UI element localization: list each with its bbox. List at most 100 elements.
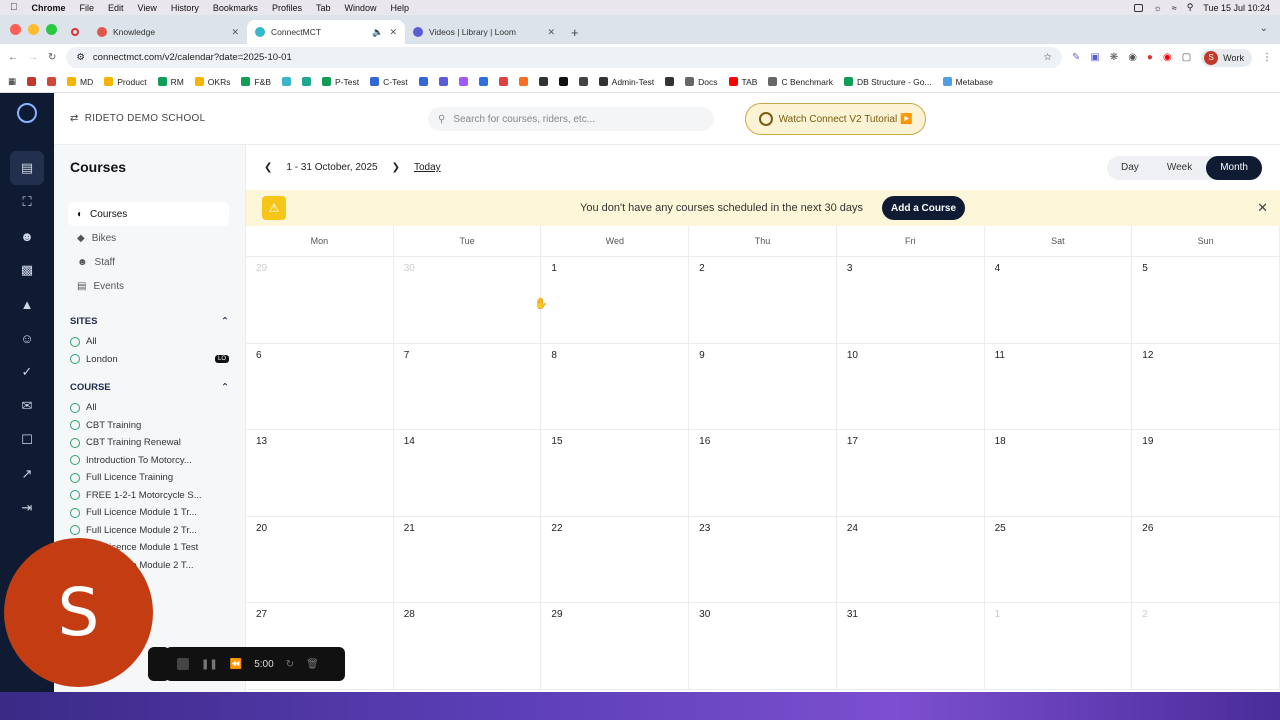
- calendar-day-cell[interactable]: 30: [393, 257, 542, 344]
- trash-icon[interactable]: 🗑: [306, 659, 319, 670]
- cart-icon[interactable]: ⛶: [10, 185, 44, 219]
- chevron-up-icon[interactable]: ⌃: [221, 316, 229, 327]
- document-icon[interactable]: ▩: [10, 253, 44, 287]
- bookmark-item[interactable]: RM: [157, 77, 184, 87]
- bookmark-item[interactable]: C Benchmark: [768, 77, 833, 87]
- bookmark-item[interactable]: [498, 77, 508, 86]
- course-filter-item[interactable]: Full Licence Module 1 Tr...: [70, 504, 229, 522]
- extension-icon[interactable]: ●: [1147, 52, 1153, 63]
- course-section-header[interactable]: COURSE ⌃: [70, 382, 229, 393]
- bookmark-item[interactable]: Admin-Test: [598, 77, 654, 87]
- course-filter-item[interactable]: Full Licence Training: [70, 469, 229, 487]
- calendar-day-cell[interactable]: 10: [836, 343, 985, 431]
- bookmark-item[interactable]: C-Test: [370, 77, 408, 87]
- calendar-day-cell[interactable]: 22: [541, 516, 690, 604]
- today-link[interactable]: Today: [414, 162, 441, 173]
- menu-app[interactable]: Chrome: [32, 3, 66, 13]
- calendar-day-cell[interactable]: 9: [689, 343, 837, 431]
- calendar-day-cell[interactable]: 20: [246, 516, 394, 604]
- users-icon[interactable]: ☻: [10, 219, 44, 253]
- bookmark-item[interactable]: [558, 77, 568, 86]
- calendar-day-cell[interactable]: 5: [1132, 257, 1280, 344]
- clock-text[interactable]: Tue 15 Jul 10:24: [1203, 3, 1270, 13]
- tab-search-chevron-icon[interactable]: ⌄: [1260, 23, 1268, 34]
- course-filter-item[interactable]: FREE 1-2-1 Motorcycle S...: [70, 487, 229, 505]
- chevron-up-icon[interactable]: ⌃: [221, 382, 229, 393]
- puzzle-icon[interactable]: ▢: [1182, 52, 1191, 63]
- calendar-day-cell[interactable]: 1: [984, 603, 1133, 690]
- loom-camera-bubble[interactable]: S: [4, 538, 153, 687]
- calendar-day-cell[interactable]: 17: [836, 430, 985, 517]
- school-selector[interactable]: ⇄ RIDETO DEMO SCHOOL: [70, 113, 430, 124]
- calendar-day-cell[interactable]: 30: [689, 603, 837, 690]
- calendar-day-cell[interactable]: 19: [1132, 430, 1280, 517]
- bookmark-item[interactable]: [665, 77, 675, 86]
- close-window-button[interactable]: [10, 24, 21, 35]
- calendar-day-cell[interactable]: 16: [689, 430, 837, 517]
- bookmark-star-icon[interactable]: ☆: [1043, 52, 1052, 63]
- site-filter-london[interactable]: London LO: [70, 351, 229, 369]
- new-tab-button[interactable]: +: [571, 20, 579, 44]
- speaker-icon[interactable]: 🔈: [372, 27, 383, 38]
- calendar-day-cell[interactable]: 29: [246, 257, 394, 344]
- next-month-icon[interactable]: ❯: [392, 162, 400, 173]
- apple-icon[interactable]: : [10, 2, 18, 13]
- extension-icon[interactable]: ▣: [1090, 52, 1099, 63]
- logout-icon[interactable]: ⇥: [10, 491, 44, 525]
- sidebar-item-events[interactable]: ▤ Events: [68, 274, 229, 298]
- url-text[interactable]: connectmct.com/v2/calendar?date=2025-10-…: [93, 52, 292, 63]
- bookmark-item[interactable]: [518, 77, 528, 86]
- calendar-day-cell[interactable]: 25: [984, 516, 1133, 604]
- reload-icon[interactable]: ↻: [48, 52, 56, 63]
- calendar-icon[interactable]: ▤: [10, 151, 44, 185]
- tab-knowledge[interactable]: Knowledge ✕: [89, 20, 247, 44]
- stop-icon[interactable]: [177, 658, 189, 670]
- calendar-day-cell[interactable]: 31: [836, 603, 985, 690]
- extension-icon[interactable]: ❋: [1110, 52, 1118, 63]
- bookmark-item[interactable]: [438, 77, 448, 86]
- calendar-day-cell[interactable]: 8: [541, 343, 690, 431]
- analytics-icon[interactable]: ↗: [10, 457, 44, 491]
- battery-icon[interactable]: [1134, 3, 1144, 12]
- menu-help[interactable]: Help: [390, 3, 409, 13]
- bookmark-item[interactable]: TAB: [728, 77, 757, 87]
- course-filter-item[interactable]: All: [70, 399, 229, 417]
- menu-tab[interactable]: Tab: [316, 3, 331, 13]
- sidebar-item-staff[interactable]: ☻ Staff: [68, 250, 229, 274]
- menu-history[interactable]: History: [171, 3, 199, 13]
- calendar-day-cell[interactable]: 14: [393, 430, 542, 517]
- profile-button[interactable]: S Work: [1201, 48, 1252, 67]
- bookmark-item[interactable]: F&B: [241, 77, 271, 87]
- bookmark-item[interactable]: [47, 77, 57, 86]
- sidebar-item-courses[interactable]: ◐ Courses: [68, 202, 229, 226]
- app-logo-icon[interactable]: [17, 103, 37, 123]
- bookmark-item[interactable]: [27, 77, 37, 86]
- check-circle-icon[interactable]: ✓: [10, 355, 44, 389]
- menu-profiles[interactable]: Profiles: [272, 3, 302, 13]
- calendar-day-cell[interactable]: 3: [836, 257, 985, 344]
- address-bar[interactable]: ⚙ connectmct.com/v2/calendar?date=2025-1…: [66, 47, 1062, 68]
- calendar-day-cell[interactable]: 13: [246, 430, 394, 517]
- calendar-day-cell[interactable]: 2: [689, 257, 837, 344]
- minimize-window-button[interactable]: [28, 24, 39, 35]
- close-tab-icon[interactable]: ✕: [231, 27, 239, 38]
- bookmark-item[interactable]: [302, 77, 311, 86]
- menu-window[interactable]: Window: [344, 3, 376, 13]
- prev-month-icon[interactable]: ❮: [264, 162, 272, 173]
- course-filter-item[interactable]: CBT Training: [70, 417, 229, 435]
- back-icon[interactable]: ←: [8, 52, 18, 63]
- course-filter-item[interactable]: Full Licence Module 2 Tr...: [70, 522, 229, 540]
- calendar-day-cell[interactable]: 1: [541, 257, 690, 344]
- calendar-day-cell[interactable]: 6: [246, 343, 394, 431]
- bookmark-item[interactable]: [458, 77, 468, 86]
- headphones-icon[interactable]: ☼: [1153, 3, 1161, 13]
- menu-edit[interactable]: Edit: [108, 3, 124, 13]
- site-info-icon[interactable]: ⚙: [76, 52, 85, 63]
- pause-icon[interactable]: ❚❚: [201, 659, 218, 670]
- bookmark-item[interactable]: [578, 77, 588, 86]
- menu-bookmarks[interactable]: Bookmarks: [213, 3, 258, 13]
- restart-icon[interactable]: ↻: [286, 659, 294, 670]
- view-day-button[interactable]: Day: [1107, 156, 1153, 180]
- calendar-day-cell[interactable]: 18: [984, 430, 1133, 517]
- tab-loom[interactable]: Videos | Library | Loom ✕: [405, 20, 563, 44]
